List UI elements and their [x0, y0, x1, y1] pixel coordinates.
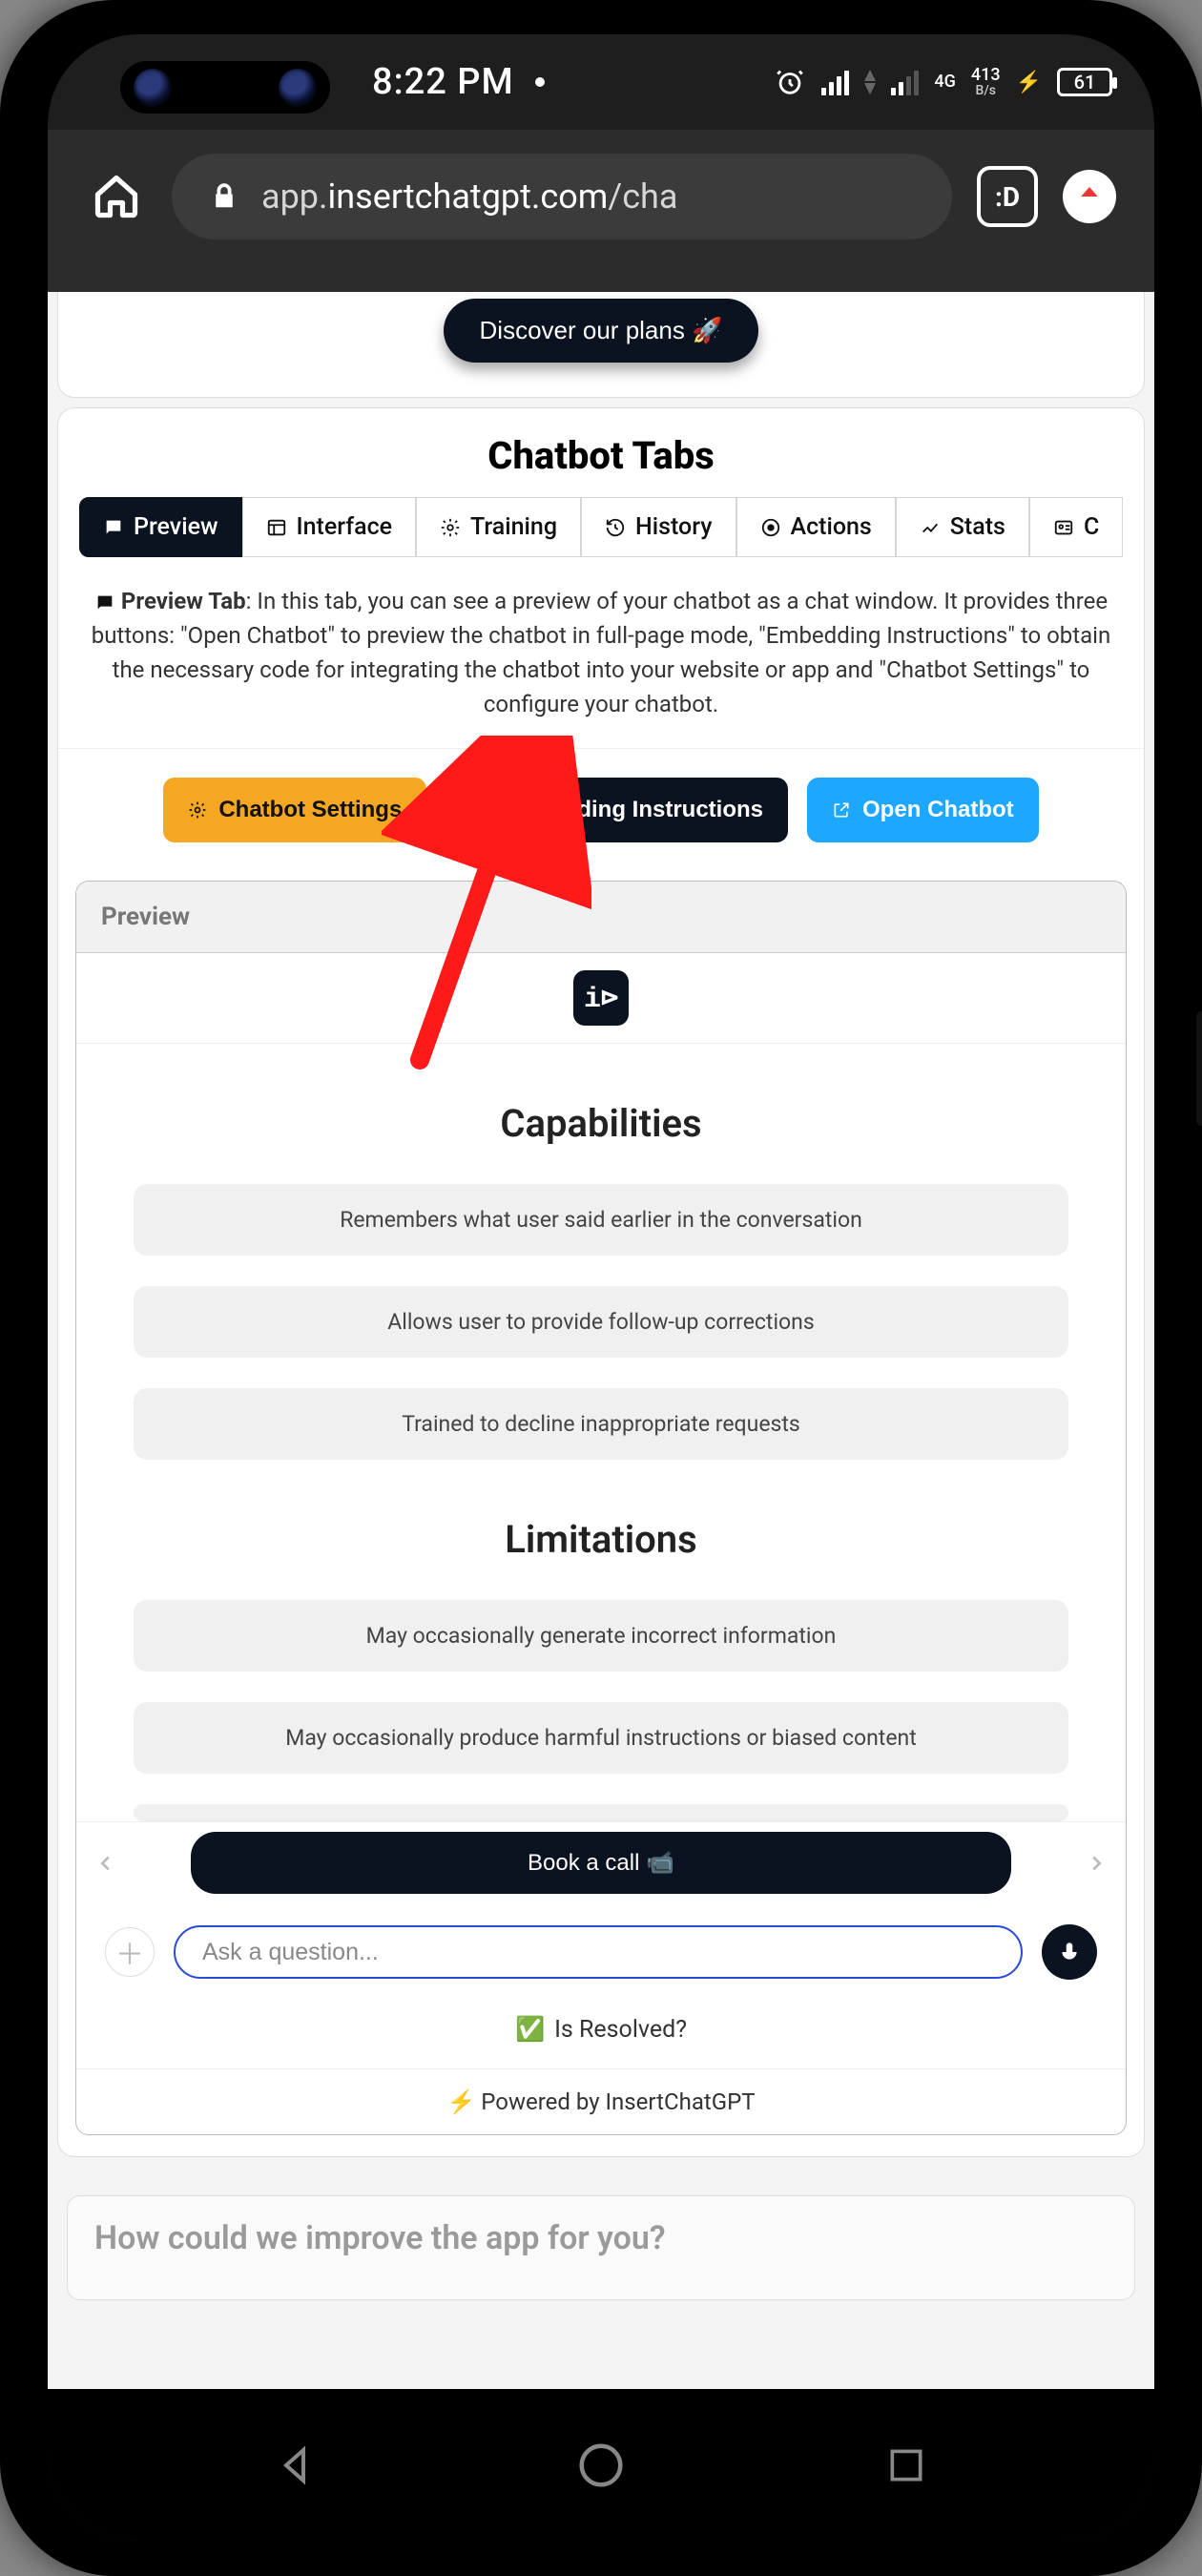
tab-label: C [1084, 513, 1099, 541]
gear-icon [440, 517, 461, 538]
preview-panel: Preview i⊳ Capabilities Remembers what u… [75, 881, 1127, 2135]
chat-icon [94, 592, 115, 613]
embedding-instructions-button[interactable]: Embedding Instructions [446, 778, 788, 842]
recents-button[interactable] [875, 2434, 938, 2497]
history-icon [605, 517, 626, 538]
chat-input[interactable] [174, 1925, 1023, 1979]
carousel-next-button[interactable] [1080, 1847, 1112, 1880]
lock-icon [210, 182, 238, 211]
preview-title: Preview [76, 882, 1126, 953]
tab-label: Preview [134, 513, 218, 541]
chatbot-settings-button[interactable]: Chatbot Settings [163, 778, 426, 842]
signal-icon [821, 69, 849, 95]
actions-icon [760, 517, 781, 538]
tabs-row: Preview Interface Training [58, 497, 1144, 557]
check-icon: ✅ [515, 2016, 545, 2044]
suggestions-carousel: Book a call 📹 [76, 1821, 1126, 1911]
capability-item[interactable]: Trained to decline inappropriate request… [134, 1388, 1068, 1460]
tab-training[interactable]: Training [416, 497, 581, 557]
tab-label: Actions [791, 513, 872, 541]
network-type: 4G [934, 73, 956, 91]
external-link-icon [832, 800, 851, 820]
network-rate: 413 B/s [971, 67, 1001, 97]
tab-label: Training [470, 513, 557, 541]
url-bar[interactable]: app.insertchatgpt.com/cha [172, 154, 952, 239]
card-icon [1053, 517, 1074, 538]
capability-item[interactable]: Allows user to provide follow-up correct… [134, 1286, 1068, 1358]
layout-icon [266, 517, 287, 538]
tabs-button[interactable]: :D [977, 166, 1038, 227]
tab-history[interactable]: History [581, 497, 736, 557]
tab-actions[interactable]: Actions [736, 497, 896, 557]
notification-dot-icon [535, 77, 545, 87]
signal-sim2-icon [891, 69, 919, 95]
android-nav-bar [48, 2389, 1154, 2542]
carousel-prev-button[interactable] [90, 1847, 122, 1880]
card-title: Chatbot Tabs [58, 433, 1144, 478]
tab-more[interactable]: C [1029, 497, 1123, 557]
menu-button[interactable] [1063, 170, 1116, 223]
chat-icon [103, 517, 124, 538]
tab-label: Interface [297, 513, 393, 541]
tab-label: Stats [950, 513, 1005, 541]
link-icon [470, 800, 489, 820]
book-call-button[interactable]: Book a call 📹 [191, 1832, 1011, 1894]
mic-button[interactable] [1042, 1924, 1097, 1980]
resolved-row[interactable]: ✅ Is Resolved? [76, 2001, 1126, 2068]
charging-icon: ⚡ [1016, 71, 1042, 94]
chatbot-tabs-card: Chatbot Tabs Preview Interface [57, 407, 1145, 2157]
home-button[interactable] [86, 166, 147, 227]
tab-stats[interactable]: Stats [896, 497, 1029, 557]
camera-cutout [120, 61, 330, 114]
capabilities-title: Capabilities [76, 1101, 1126, 1146]
capability-item[interactable]: Remembers what user said earlier in the … [134, 1184, 1068, 1256]
browser-toolbar: app.insertchatgpt.com/cha :D [48, 130, 1154, 292]
page-viewport: and a wider range of benefits! Discover … [48, 292, 1154, 2389]
open-chatbot-button[interactable]: Open Chatbot [807, 778, 1039, 842]
url-text: app.insertchatgpt.com/cha [261, 177, 677, 217]
limitation-item[interactable] [134, 1804, 1068, 1821]
plans-banner: and a wider range of benefits! Discover … [57, 292, 1145, 398]
attach-button[interactable]: ＋ [105, 1927, 155, 1977]
battery-indicator: 61 [1057, 68, 1112, 96]
chat-input-row: ＋ [76, 1911, 1126, 2001]
limitations-title: Limitations [76, 1517, 1126, 1562]
actions-row: Chatbot Settings Embedding Instructions … [58, 749, 1144, 881]
tab-interface[interactable]: Interface [242, 497, 417, 557]
data-arrows-icon [864, 70, 876, 94]
alarm-icon [774, 66, 806, 98]
back-button[interactable] [264, 2434, 327, 2497]
clock: 8:22 PM [372, 61, 514, 103]
powered-by[interactable]: ⚡ Powered by InsertChatGPT [76, 2068, 1126, 2134]
home-nav-button[interactable] [570, 2434, 632, 2497]
tab-description: Preview Tab: In this tab, you can see a … [58, 557, 1144, 731]
limitation-item[interactable]: May occasionally produce harmful instruc… [134, 1702, 1068, 1774]
status-bar: 8:22 PM 4G [48, 34, 1154, 130]
feedback-input[interactable]: How could we improve the app for you? [67, 2195, 1135, 2300]
bot-logo: i⊳ [573, 970, 629, 1026]
tab-preview[interactable]: Preview [79, 497, 242, 557]
limitation-item[interactable]: May occasionally generate incorrect info… [134, 1600, 1068, 1672]
discover-plans-button[interactable]: Discover our plans 🚀 [444, 299, 759, 363]
tab-label: History [635, 513, 713, 541]
gear-icon [188, 800, 207, 820]
stats-icon [920, 517, 941, 538]
